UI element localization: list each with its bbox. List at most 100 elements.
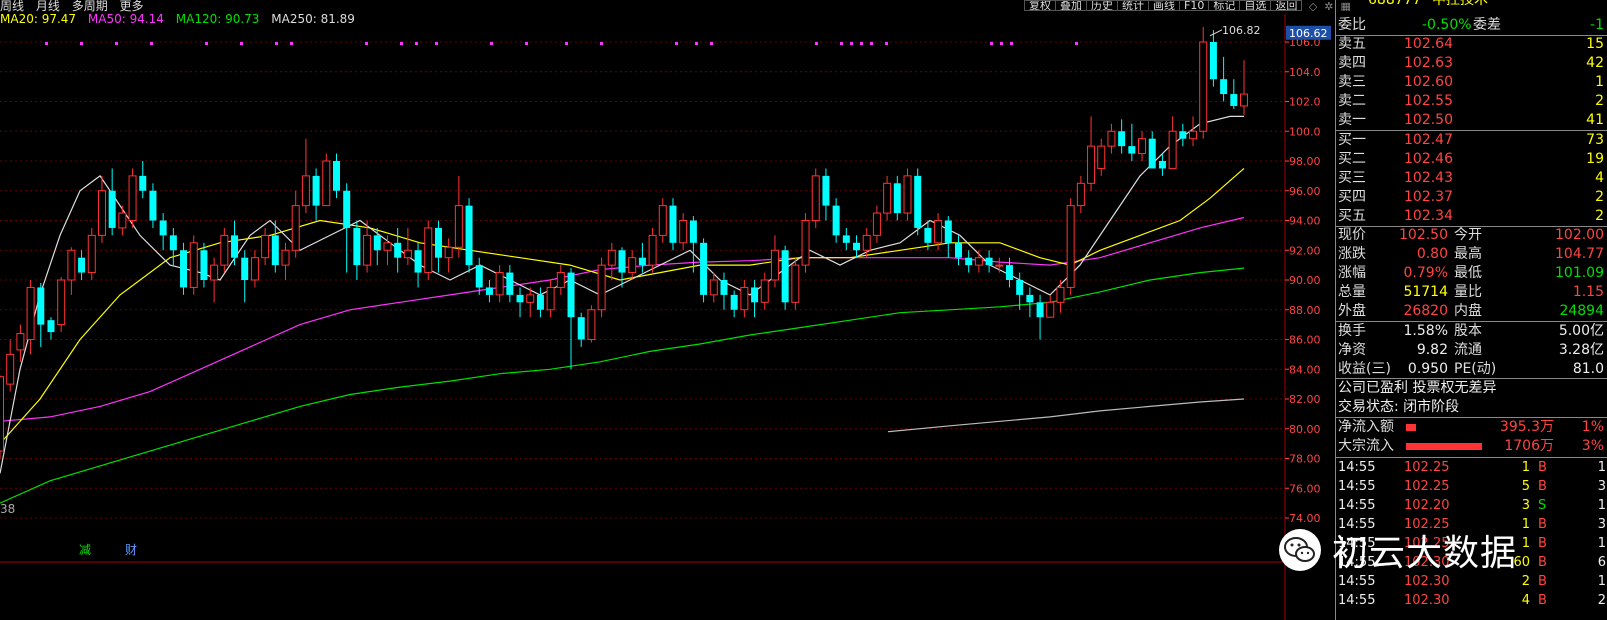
stat-value: 0.80 bbox=[1416, 246, 1448, 262]
candle-body bbox=[618, 250, 626, 273]
ma-legend: MA20: 97.47 MA50: 94.14 MA120: 90.73 MA2… bbox=[0, 12, 363, 26]
stat-value: 1.15 bbox=[1572, 284, 1604, 300]
flow-bar bbox=[1406, 443, 1482, 450]
mark-button[interactable]: 标记 bbox=[1208, 0, 1241, 11]
stat-value: 81.0 bbox=[1572, 361, 1604, 377]
flow-pct: 3% bbox=[1581, 438, 1604, 454]
ask-label: 卖二 bbox=[1338, 93, 1366, 109]
y-tick-label: 82.00 bbox=[1289, 393, 1321, 406]
candle-body bbox=[730, 294, 738, 310]
candle-body bbox=[1026, 294, 1034, 303]
tick-price: 102.20 bbox=[1404, 498, 1450, 513]
candle-body bbox=[271, 235, 279, 266]
flow-bar bbox=[1406, 424, 1416, 431]
candle-body bbox=[159, 220, 167, 236]
indicator-dot bbox=[290, 42, 293, 45]
ma250-label: MA250: 81.89 bbox=[271, 12, 355, 26]
candle-body bbox=[210, 264, 219, 281]
tick-side: B bbox=[1538, 574, 1547, 589]
candle-body bbox=[394, 242, 402, 258]
stat-label: 最低 bbox=[1454, 265, 1482, 281]
candle-body bbox=[689, 220, 697, 243]
y-tick-label: 96.00 bbox=[1289, 185, 1321, 198]
candle-body bbox=[883, 182, 892, 214]
indicator-dot bbox=[80, 42, 83, 45]
candle-body bbox=[822, 175, 830, 206]
ask-price: 102.60 bbox=[1404, 74, 1453, 90]
draw-button[interactable]: 画线 bbox=[1148, 0, 1180, 11]
candle-body bbox=[465, 205, 473, 266]
candle-body bbox=[424, 227, 433, 274]
stat-row: 总量 51714 量比 1.15 bbox=[1338, 283, 1607, 302]
candle-body bbox=[709, 279, 718, 296]
back-button[interactable]: 返回 bbox=[1270, 0, 1303, 11]
ask-price: 102.55 bbox=[1404, 93, 1453, 109]
ask-row: 卖一 102.50 41 bbox=[1338, 111, 1607, 130]
candle-body bbox=[862, 234, 871, 251]
bid-label: 买四 bbox=[1338, 189, 1366, 205]
y-tick-label: 102.0 bbox=[1289, 96, 1321, 109]
event-marker-reduce[interactable]: 减 bbox=[79, 541, 91, 558]
candle-body bbox=[985, 257, 993, 266]
stat-label: 现价 bbox=[1338, 227, 1366, 243]
stat-label: 最高 bbox=[1454, 246, 1482, 262]
stat-value: 102.00 bbox=[1555, 227, 1604, 243]
stat-value: 101.09 bbox=[1555, 265, 1604, 281]
candle-body bbox=[556, 272, 565, 288]
info-status: 交易状态: 闭市阶段 bbox=[1338, 399, 1460, 415]
ask-row: 卖二 102.55 2 bbox=[1338, 92, 1607, 111]
tick-side: B bbox=[1538, 555, 1547, 570]
candle-body bbox=[220, 234, 229, 266]
indicator-dot bbox=[600, 42, 603, 45]
diamond-icon[interactable]: ◇ bbox=[1305, 2, 1321, 11]
tick-price: 102.30 bbox=[1404, 593, 1450, 608]
tick-volume: 2 bbox=[1521, 574, 1530, 589]
watermark-text: 初云大数据 bbox=[1332, 533, 1518, 574]
candle-body bbox=[78, 257, 86, 273]
tick-price: 102.25 bbox=[1404, 479, 1450, 494]
stat-value: 0.79% bbox=[1403, 265, 1448, 281]
stats-button[interactable]: 统计 bbox=[1117, 0, 1149, 11]
f10-button[interactable]: F10 bbox=[1179, 0, 1210, 11]
stat-row: 现价 102.50 今开 102.00 bbox=[1338, 226, 1607, 245]
ask-price: 102.64 bbox=[1404, 36, 1453, 52]
candle-body bbox=[241, 257, 249, 280]
candle-body bbox=[1199, 41, 1208, 132]
candle-body bbox=[373, 235, 381, 251]
overlay-button[interactable]: 叠加 bbox=[1055, 0, 1087, 11]
indicator-dot bbox=[115, 42, 118, 45]
candle-body bbox=[485, 287, 493, 295]
candle-body bbox=[1005, 265, 1013, 280]
tick-side: B bbox=[1538, 460, 1547, 475]
ask-volume: 41 bbox=[1586, 112, 1604, 128]
candle-body bbox=[740, 286, 749, 311]
stat-label: 内盘 bbox=[1454, 303, 1482, 319]
event-marker-finance[interactable]: 财 bbox=[125, 541, 137, 558]
candle-body bbox=[444, 246, 453, 259]
ma20-label: MA20: 97.47 bbox=[0, 12, 77, 26]
tick-count: 1 bbox=[1597, 574, 1606, 589]
tick-time: 14:55 bbox=[1338, 479, 1376, 494]
weibi-label: 委比 bbox=[1338, 17, 1366, 33]
ma50-label: MA50: 94.14 bbox=[87, 12, 164, 26]
stat-value: 5.00亿 bbox=[1558, 323, 1604, 339]
kline-chart[interactable]: 106.0104.0102.0100.098.0096.0094.0092.00… bbox=[0, 0, 1335, 620]
tick-side: B bbox=[1538, 517, 1547, 532]
candle-body bbox=[1189, 130, 1198, 140]
tick-count: 1 bbox=[1597, 498, 1606, 513]
candle-body bbox=[965, 257, 973, 266]
candle-body bbox=[1128, 146, 1136, 154]
candle-body bbox=[383, 242, 392, 251]
weibi-row: 委比 -0.50% 委差 -1 bbox=[1338, 16, 1607, 35]
indicator-dot bbox=[1075, 42, 1078, 45]
candle-body bbox=[526, 294, 535, 303]
candle-body bbox=[353, 227, 361, 266]
history-button[interactable]: 历史 bbox=[1086, 0, 1118, 11]
fuquan-button[interactable]: 复权 bbox=[1024, 0, 1056, 11]
bid-label: 买二 bbox=[1338, 151, 1366, 167]
tick-volume: 1 bbox=[1521, 460, 1530, 475]
candle-body bbox=[128, 175, 137, 221]
candle-body bbox=[414, 250, 422, 273]
candle-body bbox=[536, 294, 544, 310]
watchlist-button[interactable]: 自选 bbox=[1239, 0, 1272, 11]
